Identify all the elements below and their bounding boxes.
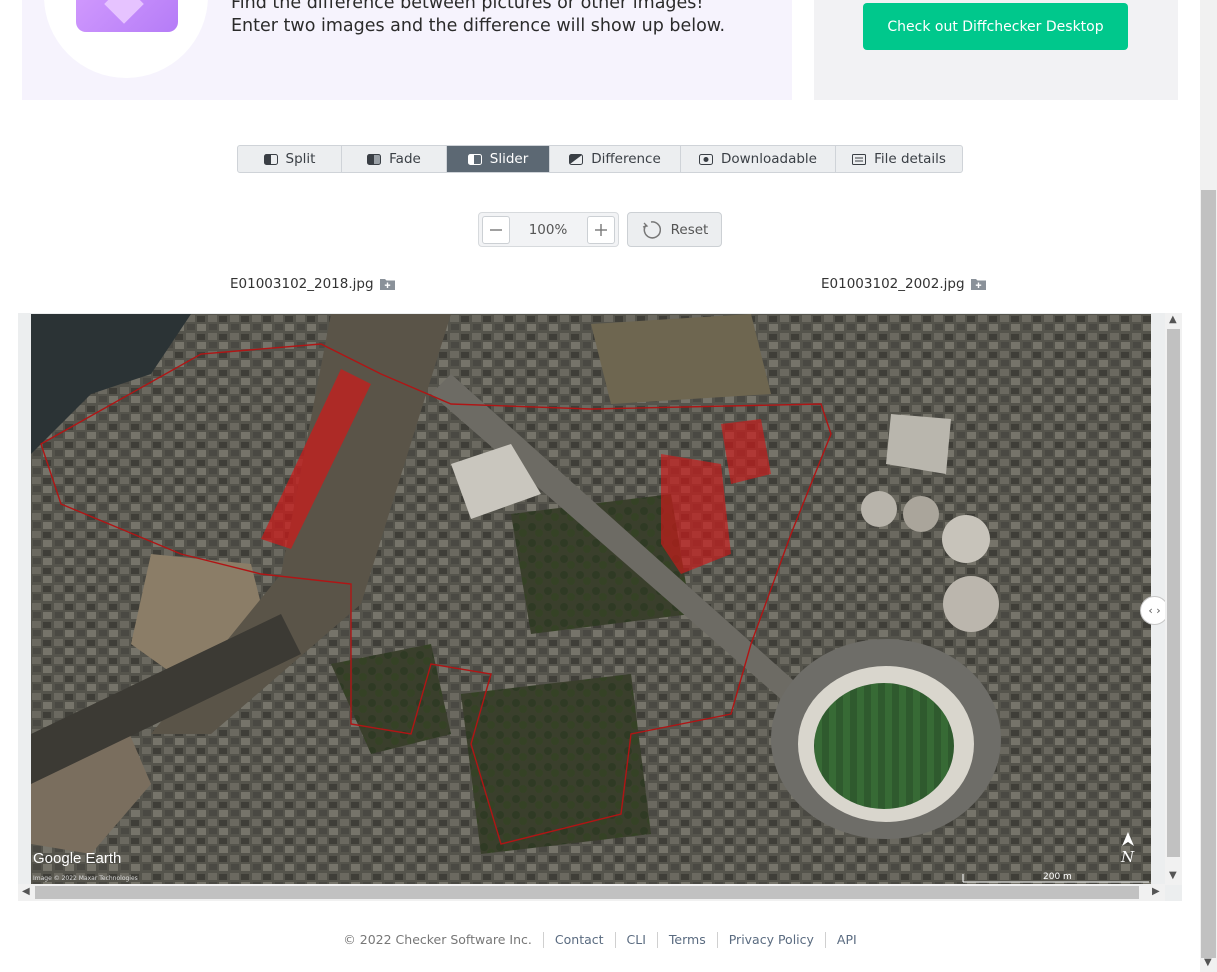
diffchecker-desktop-button[interactable]: Check out Diffchecker Desktop [863,3,1128,50]
copyright: © 2022 Checker Software Inc. [332,932,544,948]
download-icon [698,153,713,165]
left-file-name: E01003102_2018.jpg [230,276,395,292]
footer-link-privacy-policy[interactable]: Privacy Policy [718,932,826,948]
reset-button[interactable]: Reset [627,212,722,247]
reset-icon [642,220,661,239]
difference-icon [569,153,584,165]
banner-line-1: Find the difference between pictures or … [231,0,704,13]
satellite-image[interactable]: Google Earth Image © 2022 Maxar Technolo… [31,314,1151,884]
google-earth-watermark: Google Earth [33,850,122,867]
image-credit: Image © 2022 Maxar Technologies [33,875,138,882]
page-scroll-down-icon[interactable]: ▼ [1204,957,1212,968]
tab-downloadable[interactable]: Downloadable [681,146,836,172]
tab-difference[interactable]: Difference [550,146,681,172]
reset-label: Reset [670,221,709,238]
tab-split[interactable]: Split [238,146,342,172]
scroll-right-icon[interactable]: ▶ [1152,886,1160,897]
folder-add-icon[interactable] [379,278,395,290]
zoom-controls: 100% [478,212,619,247]
left-file-label: E01003102_2018.jpg [230,276,374,292]
viewer-horizontal-scroll-thumb[interactable] [35,886,1139,899]
tab-fade[interactable]: Fade [342,146,447,172]
right-file-name: E01003102_2002.jpg [821,276,986,292]
minus-icon [490,229,502,231]
scale-label: 200 m [1043,872,1072,882]
intro-banner: Find the difference between pictures or … [22,0,792,100]
folder-add-icon[interactable] [970,278,986,290]
tab-label: Downloadable [720,151,817,167]
zoom-out-button[interactable] [482,216,510,244]
scroll-left-icon[interactable]: ◀ [22,886,30,897]
page-scrollbar[interactable]: ▼ [1200,0,1217,972]
footer: © 2022 Checker Software Inc. Contact CLI… [0,932,1200,948]
footer-link-cli[interactable]: CLI [616,932,658,948]
banner-line-2: Enter two images and the difference will… [231,16,726,36]
footer-link-api[interactable]: API [826,932,868,948]
file-details-icon [852,153,867,165]
image-viewer: Google Earth Image © 2022 Maxar Technolo… [18,313,1182,901]
page-scroll-thumb[interactable] [1201,190,1216,958]
north-label: N [1121,848,1135,866]
footer-link-terms[interactable]: Terms [658,932,718,948]
chevrons-left-right-icon: ‹ › [1148,604,1161,617]
banner-text: Find the difference between pictures or … [231,0,725,38]
tab-label: Difference [591,151,661,167]
image-icon [76,0,178,32]
tab-label: File details [874,151,946,167]
plus-icon [595,224,607,236]
satellite-map-drawing [31,314,1151,884]
footer-link-contact[interactable]: Contact [544,932,616,948]
viewer-vertical-scroll-thumb[interactable] [1167,329,1180,857]
zoom-in-button[interactable] [587,216,615,244]
scroll-down-icon[interactable]: ▼ [1169,870,1177,881]
view-mode-tabs: Split Fade Slider Difference Downloadabl… [237,145,963,173]
scroll-up-icon[interactable]: ▲ [1169,314,1177,325]
viewer-horizontal-scrollbar[interactable]: ◀ ▶ [18,884,1165,901]
tab-file-details[interactable]: File details [836,146,962,172]
tab-label: Slider [489,151,529,167]
tab-label: Split [285,151,316,167]
split-icon [263,153,278,165]
right-file-label: E01003102_2002.jpg [821,276,965,292]
slider-icon [467,153,482,165]
desktop-promo-panel: Check out Diffchecker Desktop [814,0,1178,100]
fade-icon [367,153,382,165]
tab-slider[interactable]: Slider [447,146,550,172]
zoom-level: 100% [528,222,568,238]
viewer-vertical-scrollbar[interactable]: ▲ ▼ [1165,313,1182,885]
tab-label: Fade [389,151,421,167]
